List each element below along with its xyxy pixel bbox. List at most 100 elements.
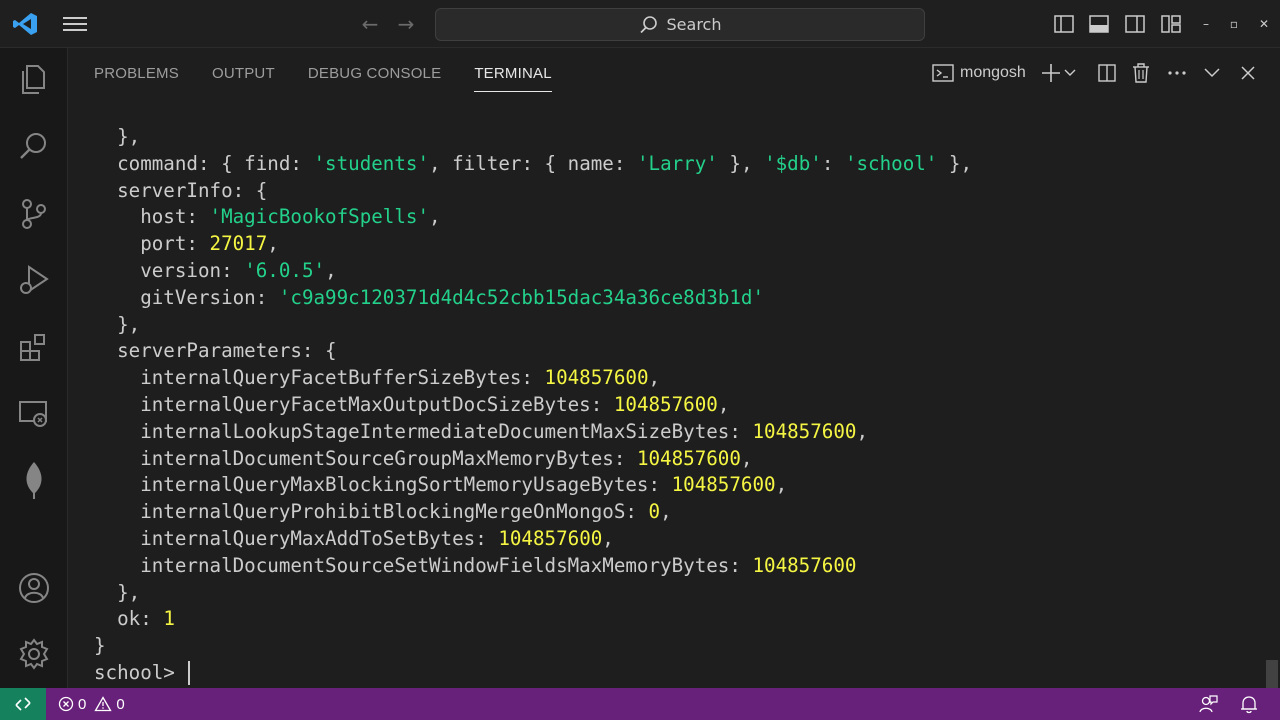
terminal-line: ok: 1: [94, 606, 1264, 633]
title-bar: ← → Search – ▫ ✕: [0, 0, 1280, 48]
split-icon: [1098, 64, 1116, 82]
error-icon: [58, 696, 74, 712]
number-token: 104857600: [544, 366, 649, 390]
explorer-icon[interactable]: [14, 60, 54, 100]
terminal-line: internalQueryFacetBufferSizeBytes: 10485…: [94, 365, 1264, 392]
close-panel-button[interactable]: [1239, 60, 1257, 86]
terminal-line: host: 'MagicBookofSpells',: [94, 204, 1264, 231]
text-token: ,: [429, 205, 441, 229]
terminal-scrollbar[interactable]: [1266, 660, 1278, 688]
text-token: ,: [648, 366, 661, 390]
chevron-down-icon: [1064, 69, 1076, 76]
remote-explorer-icon[interactable]: [14, 394, 54, 434]
text-token: },: [94, 125, 141, 148]
warning-icon: [94, 696, 112, 712]
terminal-line: internalQueryProhibitBlockingMergeOnMong…: [94, 499, 1264, 526]
tab-output[interactable]: OUTPUT: [212, 62, 275, 92]
terminal-line: internalQueryMaxAddToSetBytes: 104857600…: [94, 526, 1264, 553]
text-token: internalQueryProhibitBlockingMergeOnMong…: [94, 500, 649, 524]
terminal-dropdown-button[interactable]: [1063, 60, 1077, 86]
toggle-secondary-sidebar-icon[interactable]: [1123, 12, 1147, 36]
number-token: 104857600: [671, 473, 776, 497]
number-token: 104857600: [613, 392, 718, 416]
terminal-line: internalDocumentSourceSetWindowFieldsMax…: [94, 553, 1264, 580]
forward-arrow-icon[interactable]: →: [394, 12, 418, 36]
toggle-panel-icon[interactable]: [1087, 12, 1111, 36]
activity-bar: [0, 48, 68, 688]
panel-actions: mongosh: [930, 60, 1280, 86]
terminal-line: },: [94, 124, 1264, 151]
tab-problems[interactable]: PROBLEMS: [94, 62, 179, 92]
kill-terminal-button[interactable]: [1130, 60, 1152, 86]
back-arrow-icon[interactable]: ←: [358, 12, 382, 36]
text-token: ,: [740, 446, 753, 470]
number-token: 0: [648, 500, 661, 524]
new-terminal-button[interactable]: [1040, 60, 1062, 86]
search-activity-icon[interactable]: [14, 126, 54, 166]
text-token: ,: [856, 419, 868, 443]
text-token: host:: [94, 205, 210, 229]
number-token: 1: [163, 607, 175, 631]
mongodb-leaf-icon[interactable]: [14, 460, 54, 500]
terminal-output[interactable]: }, command: { find: 'students', filter: …: [94, 124, 1264, 687]
search-icon: [639, 15, 657, 33]
string-token: '6.0.5': [244, 258, 326, 282]
status-bar: 0 0: [0, 688, 1280, 720]
terminal-line: }: [94, 633, 1264, 660]
menu-icon[interactable]: [62, 14, 88, 34]
tab-debug-console[interactable]: DEBUG CONSOLE: [308, 62, 441, 92]
text-token: }: [94, 634, 106, 658]
number-token: 104857600: [498, 526, 603, 550]
close-icon: [1241, 66, 1255, 80]
command-center-search[interactable]: Search: [435, 8, 925, 41]
ellipsis-icon: [1168, 71, 1186, 75]
text-token: internalLookupStageIntermediateDocumentM…: [94, 419, 753, 443]
maximize-panel-button[interactable]: [1203, 60, 1221, 86]
minimize-icon[interactable]: –: [1196, 12, 1216, 36]
number-token: 27017: [209, 232, 268, 256]
toggle-primary-sidebar-icon[interactable]: [1052, 12, 1076, 36]
notifications-button[interactable]: [1237, 688, 1261, 720]
terminal-icon: [932, 64, 954, 82]
terminal-panel: PROBLEMS OUTPUT DEBUG CONSOLE TERMINAL m…: [68, 48, 1280, 688]
remote-icon: [15, 697, 31, 711]
problems-indicator[interactable]: 0 0: [58, 696, 125, 713]
split-terminal-button[interactable]: [1096, 60, 1118, 86]
terminal-line: },: [94, 312, 1264, 339]
more-actions-button[interactable]: [1166, 60, 1188, 86]
text-token: ok:: [94, 607, 164, 631]
terminal-shell-selector[interactable]: mongosh: [932, 60, 1026, 86]
string-token: '$db': [764, 151, 822, 175]
accounts-icon[interactable]: [14, 568, 54, 608]
text-token: internalQueryFacetMaxOutputDocSizeBytes:: [94, 392, 614, 416]
text-token: ,: [660, 500, 672, 524]
text-token: },: [717, 151, 765, 175]
string-token: 'school': [844, 151, 938, 175]
manage-gear-icon[interactable]: [14, 634, 54, 674]
remote-indicator[interactable]: [0, 688, 46, 720]
number-token: 104857600: [636, 446, 741, 470]
error-count: 0: [78, 695, 87, 713]
terminal-prompt-line[interactable]: school>: [94, 660, 1264, 687]
restore-icon[interactable]: ▫: [1224, 12, 1244, 36]
chevron-down-icon: [1204, 68, 1220, 78]
text-token: ,: [717, 392, 730, 416]
text-token: internalQueryMaxAddToSetBytes:: [94, 526, 499, 550]
text-token: ,: [267, 232, 279, 256]
terminal-prompt: school>: [94, 660, 187, 684]
close-window-icon[interactable]: ✕: [1254, 12, 1274, 36]
trash-icon: [1133, 63, 1149, 83]
feedback-icon: [1199, 695, 1218, 713]
text-token: ,: [775, 473, 788, 497]
run-debug-icon[interactable]: [14, 260, 54, 300]
extensions-icon[interactable]: [14, 328, 54, 368]
terminal-line: gitVersion: 'c9a99c120371d4d4c52cbb15dac…: [94, 285, 1264, 312]
text-token: port:: [94, 232, 210, 256]
string-token: 'students': [313, 151, 430, 175]
tab-terminal[interactable]: TERMINAL: [474, 62, 552, 92]
terminal-line: serverParameters: {: [94, 338, 1264, 365]
source-control-icon[interactable]: [14, 194, 54, 234]
feedback-button[interactable]: [1196, 688, 1220, 720]
customize-layout-icon[interactable]: [1159, 12, 1183, 36]
text-token: internalDocumentSourceGroupMaxMemoryByte…: [94, 446, 637, 470]
